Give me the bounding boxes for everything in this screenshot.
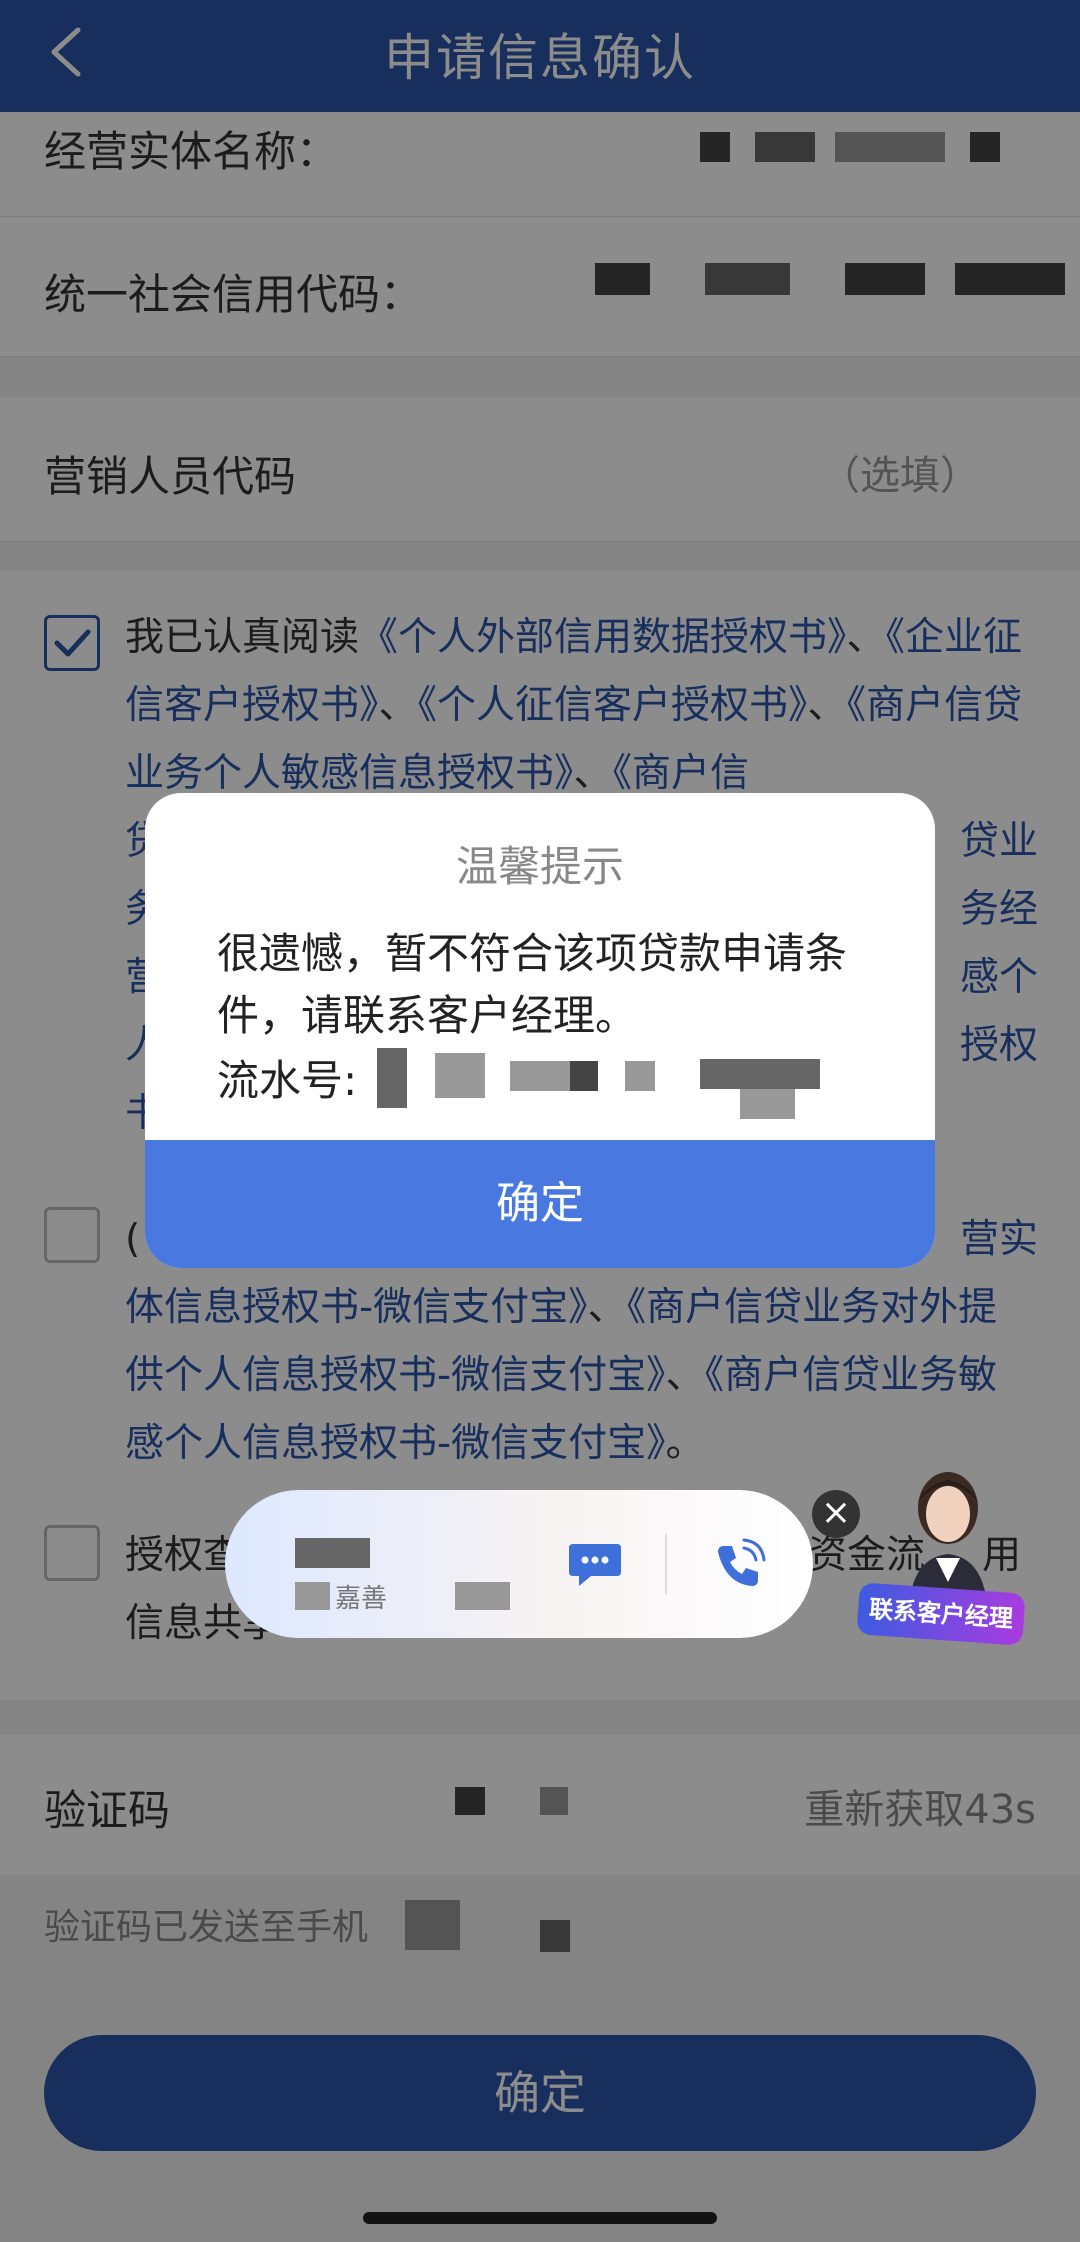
widget-divider [665,1534,667,1594]
redacted-manager-name [295,1538,370,1568]
redacted-serial-number [377,1048,407,1108]
alert-dialog: 温馨提示 很遗憾，暂不符合该项贷款申请条件，请联系客户经理。 流水号: 确定 [145,793,935,1268]
dialog-title: 温馨提示 [455,842,624,891]
chat-icon[interactable] [565,1538,625,1592]
redacted-block [435,1053,485,1098]
close-widget-icon[interactable]: × [812,1490,860,1538]
manager-partial-text: 嘉善 [335,1584,388,1614]
redacted-block [510,1061,570,1091]
dialog-message: 很遗憾，暂不符合该项贷款申请条件，请联系客户经理。 [217,929,848,1040]
redacted-block [570,1061,598,1091]
dialog-confirm-button[interactable]: 确定 [145,1140,935,1268]
redacted-block [625,1061,655,1091]
redacted-block [740,1089,795,1119]
redacted-block [700,1059,820,1089]
redacted-block [455,1582,510,1610]
serial-number-label: 流水号: [217,1056,358,1105]
phone-icon[interactable] [710,1538,766,1594]
redacted-block [295,1582,330,1610]
contact-manager-widget[interactable]: 嘉善 [225,1490,813,1638]
